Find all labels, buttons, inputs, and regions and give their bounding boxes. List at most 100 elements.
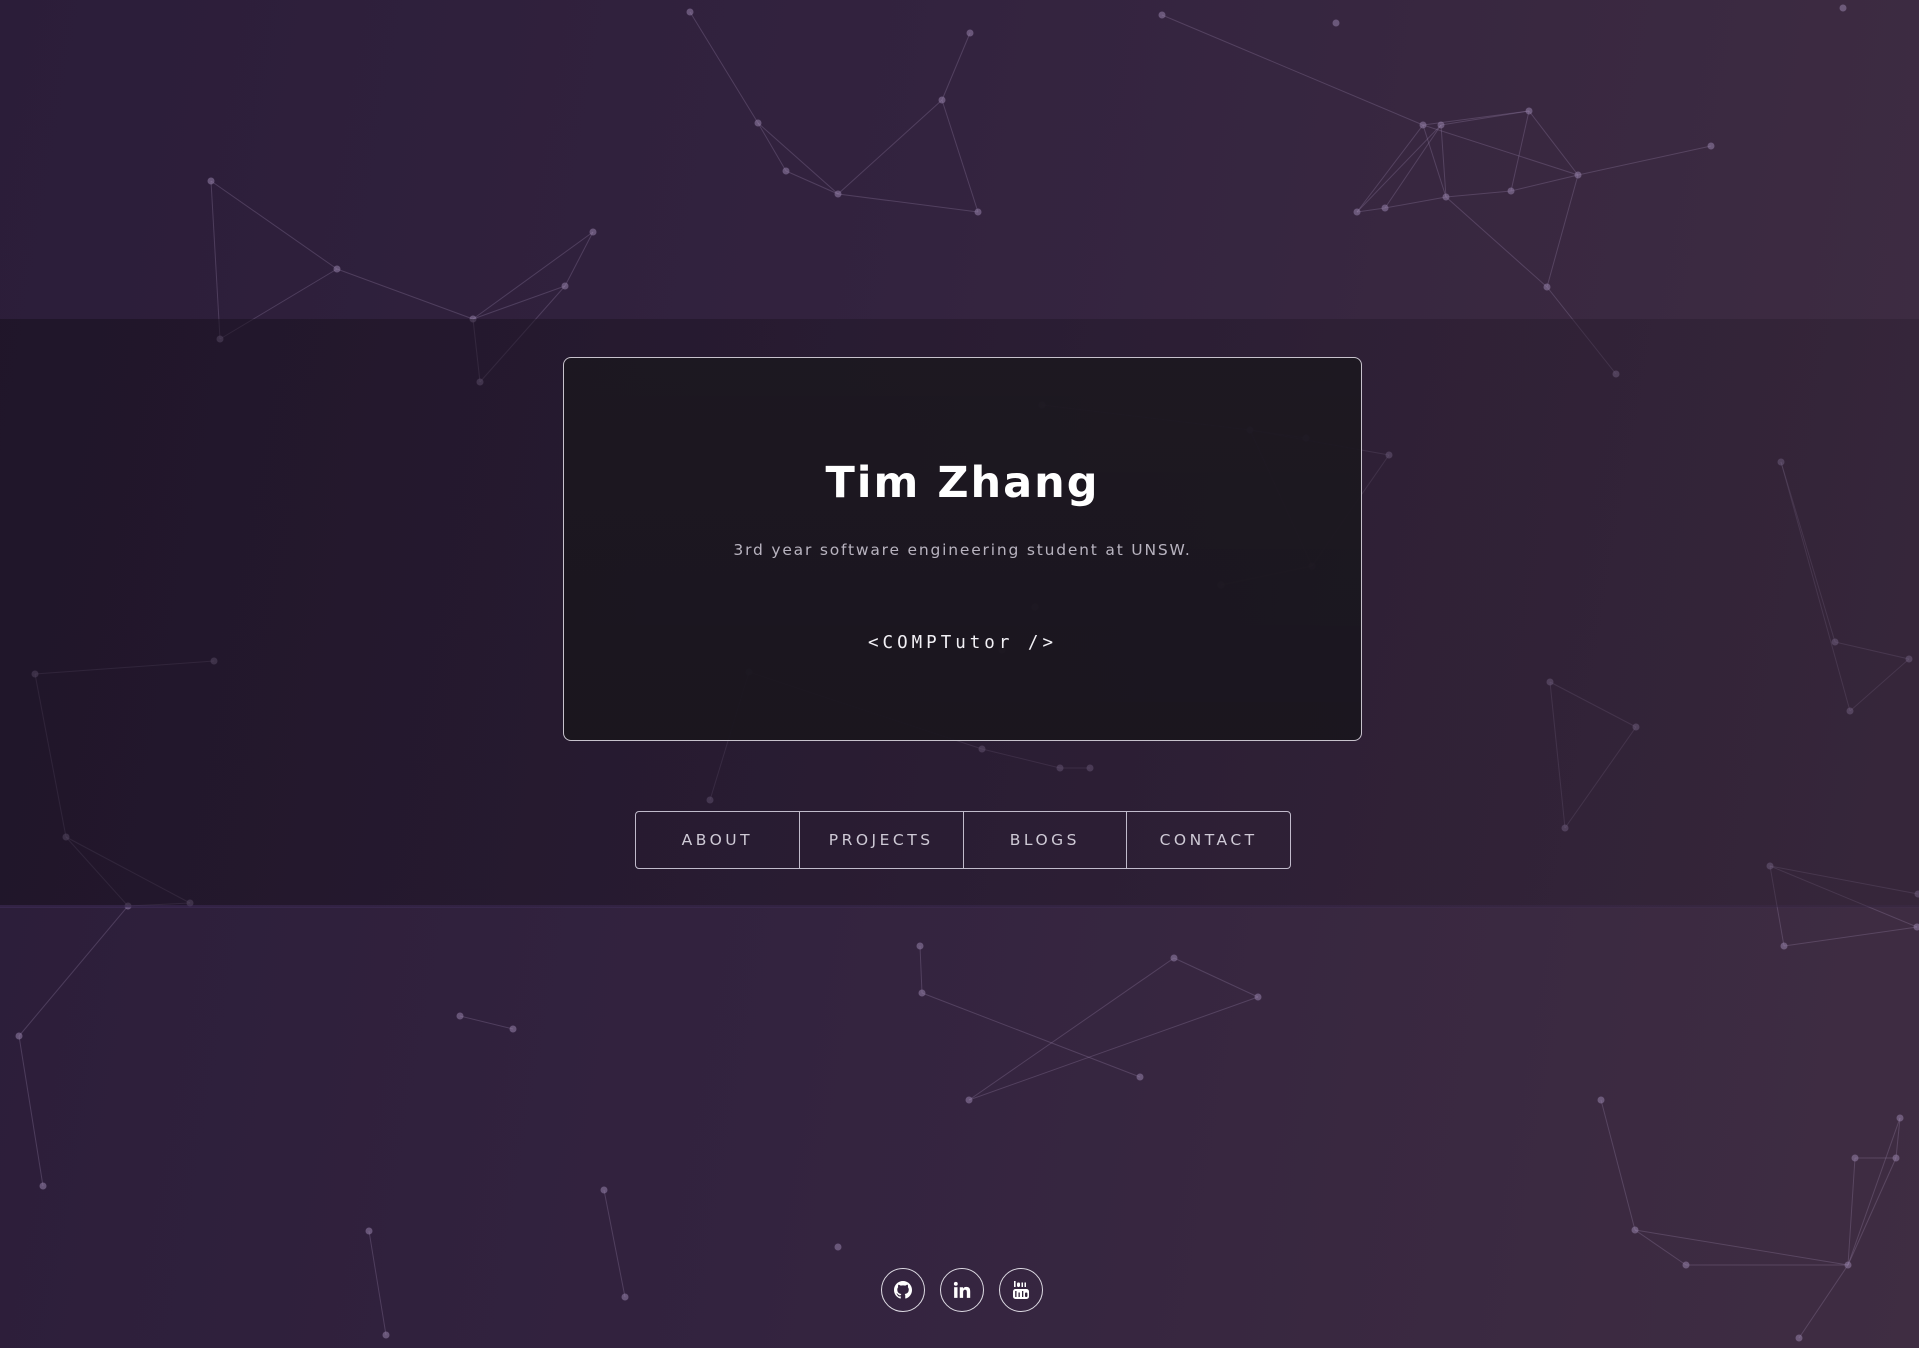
network-dot: [1795, 1334, 1803, 1342]
network-line: [1440, 110, 1530, 126]
comptutor-link[interactable]: <COMPTutor />: [564, 633, 1361, 653]
network-dot: [15, 1032, 23, 1040]
network-dot: [1851, 1154, 1859, 1162]
network-line: [941, 32, 971, 101]
network-line: [1528, 110, 1579, 176]
network-dot: [938, 96, 946, 104]
network-dot: [1442, 193, 1450, 201]
network-line: [1546, 174, 1579, 288]
network-dot: [1913, 923, 1919, 931]
network-dot: [1525, 107, 1533, 115]
network-line: [368, 1230, 387, 1336]
network-line: [1577, 145, 1712, 176]
nav-blogs-button[interactable]: BLOGS: [962, 812, 1127, 868]
network-line: [459, 1015, 514, 1030]
github-icon: [894, 1281, 912, 1299]
youtube-icon: [1012, 1280, 1030, 1300]
network-dot: [966, 29, 974, 37]
network-dot: [1419, 121, 1427, 129]
network-dot: [1158, 11, 1166, 19]
network-dot: [1780, 942, 1788, 950]
nav-about-button[interactable]: ABOUT: [636, 812, 799, 868]
network-dot: [834, 1243, 842, 1251]
network-dot: [754, 119, 762, 127]
social-links: [881, 1268, 1043, 1312]
network-line: [18, 1035, 44, 1187]
network-line: [1422, 124, 1579, 176]
network-line: [210, 180, 338, 270]
network-dot: [1543, 283, 1551, 291]
network-dot: [456, 1012, 464, 1020]
network-dot: [1170, 954, 1178, 962]
network-line: [1847, 1157, 1897, 1266]
network-line: [1600, 1099, 1636, 1231]
network-dot: [965, 1096, 973, 1104]
network-line: [921, 992, 1141, 1078]
network-line: [1173, 957, 1259, 998]
network-line: [603, 1189, 626, 1298]
hero-card: Tim Zhang 3rd year software engineering …: [563, 357, 1362, 741]
network-dot: [1574, 171, 1582, 179]
network-line: [1510, 174, 1579, 192]
network-dot: [39, 1182, 47, 1190]
network-line: [1445, 190, 1512, 198]
network-line: [1161, 14, 1424, 126]
network-line: [472, 285, 566, 320]
network-line: [785, 170, 839, 195]
network-dot: [365, 1227, 373, 1235]
network-line: [1634, 1229, 1687, 1266]
network-line: [968, 957, 1175, 1101]
network-dot: [834, 190, 842, 198]
network-dot: [1254, 993, 1262, 1001]
network-line: [941, 99, 979, 213]
nav-contact-button[interactable]: CONTACT: [1126, 812, 1290, 868]
network-dot: [918, 989, 926, 997]
network-dot: [1381, 204, 1389, 212]
network-line: [1356, 124, 1424, 213]
network-dot: [1332, 19, 1340, 27]
linkedin-button[interactable]: [940, 1268, 984, 1312]
network-line: [837, 99, 943, 195]
network-dot: [509, 1025, 517, 1033]
hero-tagline: 3rd year software engineering student at…: [733, 541, 1192, 559]
network-line: [1847, 1117, 1901, 1266]
network-dot: [207, 177, 215, 185]
network-dot: [686, 8, 694, 16]
network-dot: [333, 265, 341, 273]
network-line: [1440, 124, 1447, 198]
network-dot: [1839, 4, 1847, 12]
network-line: [689, 11, 759, 124]
network-dot: [916, 942, 924, 950]
network-dot: [1707, 142, 1715, 150]
network-dot: [589, 228, 597, 236]
network-line: [1510, 110, 1530, 192]
network-line: [18, 905, 129, 1037]
network-line: [210, 180, 221, 340]
network-dot: [1437, 121, 1445, 129]
network-dot: [1507, 187, 1515, 195]
network-dot: [1682, 1261, 1690, 1269]
network-line: [757, 122, 839, 195]
network-dot: [1896, 1114, 1904, 1122]
network-line: [1798, 1264, 1849, 1339]
linkedin-icon: [953, 1281, 971, 1299]
network-dot: [600, 1186, 608, 1194]
hero-name: Tim Zhang: [825, 458, 1100, 508]
network-line: [837, 193, 979, 213]
network-dot: [1844, 1261, 1852, 1269]
network-line: [1783, 926, 1918, 947]
network-line: [564, 231, 594, 287]
hero-band-edge: [0, 905, 1919, 908]
github-button[interactable]: [881, 1268, 925, 1312]
network-line: [336, 268, 474, 320]
network-line: [1445, 196, 1548, 288]
main-nav: ABOUT PROJECTS BLOGS CONTACT: [635, 811, 1291, 869]
network-dot: [382, 1331, 390, 1339]
network-line: [1422, 124, 1447, 198]
network-line: [1384, 196, 1447, 209]
network-dot: [561, 282, 569, 290]
network-line: [1634, 1229, 1849, 1266]
network-line: [968, 996, 1259, 1101]
youtube-button[interactable]: [999, 1268, 1043, 1312]
nav-projects-button[interactable]: PROJECTS: [798, 812, 963, 868]
